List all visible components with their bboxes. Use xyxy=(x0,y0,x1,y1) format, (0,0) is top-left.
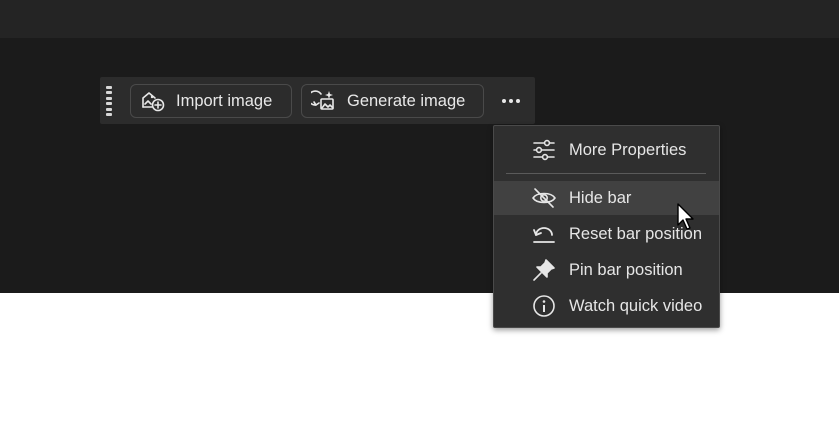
more-options-button[interactable] xyxy=(496,89,526,113)
info-icon xyxy=(531,293,557,319)
menu-item-label: Watch quick video xyxy=(569,296,703,315)
menu-item-pin-bar-position[interactable]: Pin bar position xyxy=(494,253,719,287)
image-generate-icon xyxy=(311,88,337,114)
drag-handle-icon[interactable] xyxy=(106,86,112,116)
menu-item-watch-quick-video[interactable]: Watch quick video xyxy=(494,289,719,323)
menu-item-label: Pin bar position xyxy=(569,260,683,279)
app-top-bar xyxy=(0,0,839,38)
contextual-task-bar: Import image Generate image xyxy=(100,77,535,124)
more-horizontal-icon xyxy=(502,99,506,103)
menu-item-more-properties[interactable]: More Properties xyxy=(494,133,719,167)
generate-image-button[interactable]: Generate image xyxy=(301,84,484,118)
generate-image-label: Generate image xyxy=(347,91,466,110)
pin-icon xyxy=(531,257,557,283)
image-add-icon xyxy=(140,88,166,114)
menu-item-label: Hide bar xyxy=(569,188,632,207)
reset-icon xyxy=(531,221,557,247)
eye-hidden-icon xyxy=(531,185,557,211)
properties-sliders-icon xyxy=(531,137,557,163)
menu-item-label: More Properties xyxy=(569,140,687,159)
import-image-label: Import image xyxy=(176,91,273,110)
menu-divider xyxy=(506,173,706,174)
import-image-button[interactable]: Import image xyxy=(130,84,292,118)
mouse-pointer-icon xyxy=(677,203,694,230)
